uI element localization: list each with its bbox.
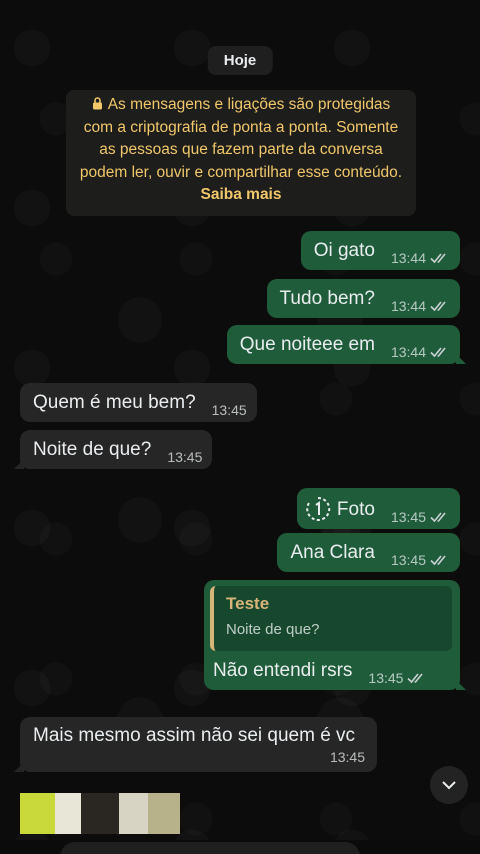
message-time: 13:45: [368, 670, 404, 686]
message-incoming[interactable]: Mais mesmo assim não sei quem é vc 13:45: [14, 717, 377, 772]
message-incoming[interactable]: Noite de que? 13:45: [13, 430, 213, 469]
message-text: Tudo bem?: [279, 288, 375, 309]
learn-more-link[interactable]: Saiba mais: [201, 186, 282, 203]
message-meta: 13:45: [212, 402, 247, 418]
message-meta: 13:45: [33, 749, 365, 765]
quoted-text: Noite de que?: [226, 621, 320, 638]
message-meta: 13:45: [368, 670, 427, 686]
message-meta: 13:44: [391, 298, 450, 314]
message-text: Não entendi rsrs: [213, 660, 353, 681]
double-check-icon: [430, 253, 446, 264]
message-outgoing[interactable]: Que noiteee em 13:44: [226, 325, 467, 364]
message-text: Foto: [336, 499, 375, 520]
double-check-icon: [430, 347, 446, 358]
message-time: 13:45: [167, 449, 203, 465]
message-outgoing[interactable]: Tudo bem? 13:44: [266, 279, 460, 318]
chevron-down-icon: [442, 781, 456, 790]
message-meta: 13:45: [391, 509, 450, 525]
quoted-sender: Teste: [226, 594, 270, 613]
quoted-message[interactable]: Teste Noite de que?: [210, 586, 452, 651]
message-text: Mais mesmo assim não sei quem é vc: [33, 725, 356, 746]
view-once-icon: [306, 496, 331, 521]
message-outgoing[interactable]: Oi gato 13:44: [300, 231, 460, 270]
double-check-icon: [407, 673, 424, 684]
double-check-icon: [430, 555, 446, 566]
double-check-icon: [430, 301, 446, 312]
double-check-icon: [430, 512, 446, 523]
lock-icon: [92, 97, 102, 110]
message-time: 13:45: [390, 509, 426, 525]
message-input[interactable]: [60, 842, 360, 854]
message-text: Noite de que?: [33, 439, 152, 460]
message-time: 13:44: [390, 344, 426, 360]
message-time: 13:45: [390, 552, 426, 568]
message-meta: 13:45: [167, 449, 202, 465]
message-meta: 13:45: [391, 552, 450, 568]
message-meta: 13:44: [391, 344, 450, 360]
message-reply[interactable]: Teste Noite de que? Não entendi rsrs 13:…: [204, 580, 466, 690]
encryption-notice-text: As mensagens e ligações são protegidas c…: [79, 96, 403, 181]
message-text: Que noiteee em: [239, 334, 375, 355]
message-view-once-photo[interactable]: Foto 13:45: [296, 488, 460, 529]
message-time: 13:45: [211, 402, 247, 418]
message-outgoing[interactable]: Ana Clara 13:45: [277, 533, 460, 572]
message-text: Oi gato: [313, 240, 375, 261]
message-time: 13:44: [390, 250, 426, 266]
encryption-notice[interactable]: As mensagens e ligações são protegidas c…: [66, 90, 416, 216]
message-meta: 13:44: [391, 250, 450, 266]
date-separator: Hoje: [207, 46, 273, 75]
message-text: Ana Clara: [290, 542, 375, 563]
chat-area[interactable]: Hoje As mensagens e ligações são protegi…: [0, 0, 480, 854]
message-incoming[interactable]: Quem é meu bem? 13:45: [20, 383, 257, 422]
incoming-image-thumbnail[interactable]: [20, 793, 180, 834]
message-time: 13:45: [329, 749, 365, 765]
message-text: Quem é meu bem?: [33, 392, 196, 413]
message-time: 13:44: [390, 298, 426, 314]
scroll-to-bottom-button[interactable]: [430, 766, 468, 804]
